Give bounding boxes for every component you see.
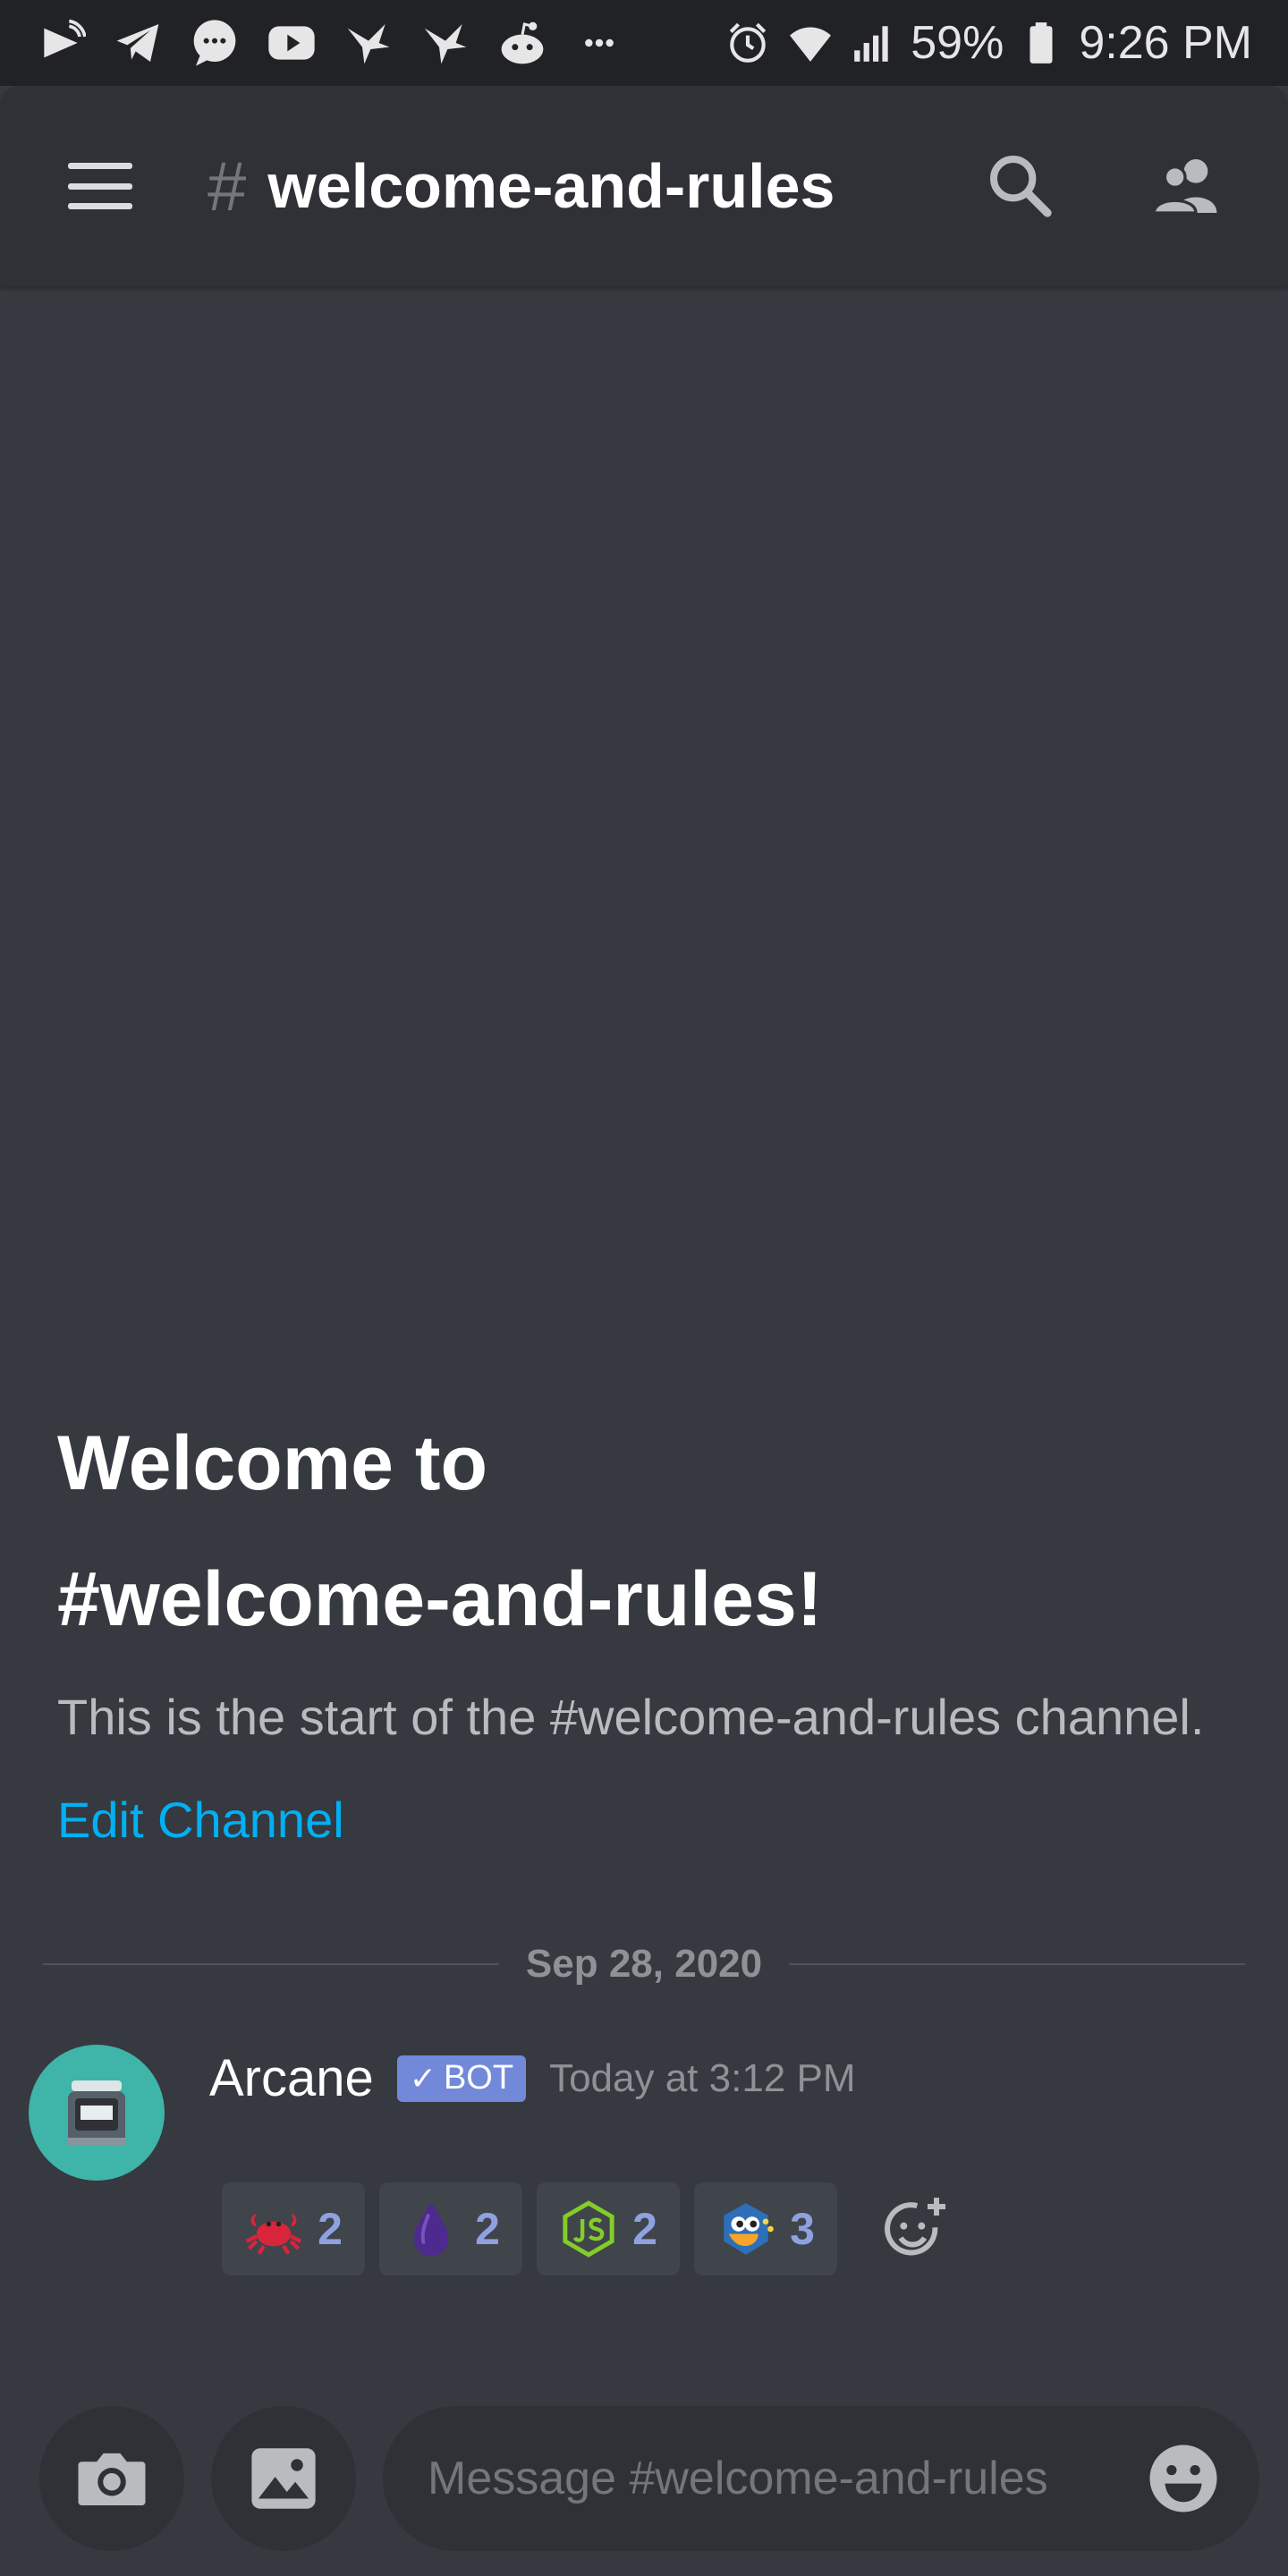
check-icon: ✓ xyxy=(409,2059,436,2097)
reaction-crab[interactable]: 2 xyxy=(222,2182,365,2275)
image-icon xyxy=(251,2448,316,2509)
alarm-icon xyxy=(723,18,773,68)
more-notifications-icon xyxy=(574,18,624,68)
welcome-description: This is the start of the #welcome-and-ru… xyxy=(57,1689,1205,1745)
battery-percent: 59% xyxy=(911,17,1004,69)
bot-avatar-icon xyxy=(68,2080,125,2145)
reddit-icon xyxy=(497,18,547,68)
wifi-icon xyxy=(785,18,835,68)
cast-icon xyxy=(36,18,86,68)
bot-badge: ✓ BOT xyxy=(396,2055,527,2102)
clock: 9:26 PM xyxy=(1079,17,1252,69)
emoji-icon[interactable] xyxy=(1143,2438,1224,2519)
menu-icon[interactable] xyxy=(68,163,132,209)
add-reaction-icon[interactable] xyxy=(878,2193,950,2265)
signal-icon xyxy=(848,18,898,68)
elixir-drop-emoji xyxy=(402,2199,461,2258)
divider-line xyxy=(789,1963,1246,1965)
message-composer xyxy=(0,2397,1288,2576)
date-divider: Sep 28, 2020 xyxy=(43,1939,1246,1989)
welcome-title-line1: Welcome to xyxy=(57,1420,488,1506)
camera-icon xyxy=(78,2453,146,2505)
messages-icon xyxy=(190,18,240,68)
bird-app-icon xyxy=(420,18,470,68)
reaction-count: 2 xyxy=(475,2204,500,2254)
message-input-container xyxy=(383,2406,1259,2551)
message-header: Arcane ✓ BOT Today at 3:12 PM xyxy=(209,2048,856,2108)
reaction-python[interactable]: 3 xyxy=(694,2182,837,2275)
reaction-count: 2 xyxy=(632,2204,657,2254)
notification-icons xyxy=(36,18,624,68)
message-timestamp: Today at 3:12 PM xyxy=(549,2055,856,2100)
welcome-title: Welcome to #welcome-and-rules! xyxy=(57,1395,1238,1667)
channel-welcome: Welcome to #welcome-and-rules! This is t… xyxy=(57,1395,1238,1849)
reaction-elixir[interactable]: 2 xyxy=(379,2182,522,2275)
bird-app-icon xyxy=(343,18,394,68)
reaction-count: 3 xyxy=(790,2204,815,2254)
avatar[interactable] xyxy=(29,2045,165,2181)
bot-badge-label: BOT xyxy=(443,2059,514,2097)
crab-emoji xyxy=(244,2199,303,2258)
system-status: 59% 9:26 PM xyxy=(723,16,1252,70)
reaction-count: 2 xyxy=(318,2204,343,2254)
divider-date: Sep 28, 2020 xyxy=(525,1942,763,1986)
username[interactable]: Arcane xyxy=(209,2048,374,2108)
members-icon[interactable] xyxy=(1148,148,1225,225)
reactions-row: 2 2 2 3 xyxy=(222,2182,950,2275)
divider-line xyxy=(43,1963,499,1965)
status-bar: 59% 9:26 PM xyxy=(0,0,1288,86)
message-input[interactable] xyxy=(428,2452,1143,2505)
python-emoji xyxy=(716,2199,775,2258)
channel-header: # welcome-and-rules xyxy=(0,86,1288,286)
camera-button[interactable] xyxy=(39,2406,184,2551)
menu-line xyxy=(68,182,132,190)
nodejs-emoji xyxy=(559,2199,618,2258)
channel-title[interactable]: welcome-and-rules xyxy=(267,150,835,222)
channel-hash-icon: # xyxy=(208,147,247,225)
menu-line xyxy=(68,163,132,169)
edit-channel-link[interactable]: Edit Channel xyxy=(57,1791,344,1849)
telegram-icon xyxy=(113,18,163,68)
battery-icon xyxy=(1016,18,1066,68)
discord-channel-screen: 59% 9:26 PM # welcome-and-rules Welcome xyxy=(0,0,1288,2576)
gallery-button[interactable] xyxy=(211,2406,356,2551)
welcome-title-line2: #welcome-and-rules! xyxy=(57,1556,823,1642)
header-actions xyxy=(982,148,1225,225)
search-icon[interactable] xyxy=(982,148,1059,225)
reaction-nodejs[interactable]: 2 xyxy=(537,2182,680,2275)
menu-line xyxy=(68,203,132,209)
youtube-icon xyxy=(267,18,317,68)
